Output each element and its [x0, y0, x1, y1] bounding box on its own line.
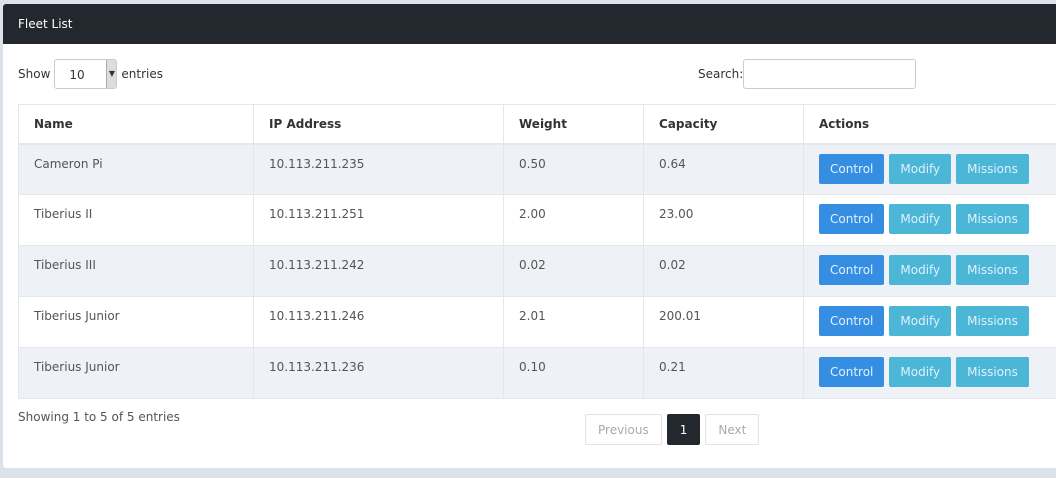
cell-weight: 0.02: [503, 245, 644, 297]
search-control: Search:: [698, 59, 917, 89]
col-ip[interactable]: IP Address: [253, 104, 504, 145]
table-row: Tiberius Junior 10.113.211.236 0.10 0.21 Con…: [18, 347, 1056, 399]
control-button[interactable]: Control: [819, 255, 885, 285]
entries-select[interactable]: 10 ▼: [54, 59, 118, 89]
table-row: Tiberius Junior 10.113.211.246 2.01 200.01 C…: [18, 296, 1056, 348]
cell-weight: 2.01: [503, 296, 644, 348]
modify-button[interactable]: Modify: [889, 204, 952, 234]
cell-name: Cameron Pi: [18, 143, 254, 195]
col-capacity[interactable]: Capacity: [643, 104, 804, 145]
modify-button[interactable]: Modify: [889, 255, 952, 285]
table-row: Tiberius II 10.113.211.251 2.00 23.00 Contro…: [18, 194, 1056, 246]
table-row: Tiberius III 10.113.211.242 0.02 0.02 Contro…: [18, 245, 1056, 297]
fleet-list-card: Fleet List Show 10 ▼ entries Search: Name…: [3, 4, 1056, 468]
missions-button[interactable]: Missions: [956, 306, 1029, 336]
cell-capacity: 0.64: [643, 143, 804, 195]
missions-button[interactable]: Missions: [956, 255, 1029, 285]
cell-actions: Control Modify Missions: [803, 245, 1056, 297]
cell-capacity: 200.01: [643, 296, 804, 348]
fleet-table: Name IP Address Weight Capacity Actions …: [18, 104, 1056, 399]
control-button[interactable]: Control: [819, 153, 885, 184]
entries-label: entries: [121, 67, 163, 81]
length-control: Show 10 ▼ entries: [18, 59, 163, 89]
search-label: Search:: [698, 67, 744, 81]
col-name[interactable]: Name: [18, 104, 254, 145]
cell-actions: Control Modify Missions: [803, 296, 1056, 348]
cell-weight: 0.10: [503, 347, 644, 399]
cell-actions: Control Modify Missions: [803, 194, 1056, 246]
control-button[interactable]: Control: [819, 306, 885, 336]
cell-ip: 10.113.211.235: [253, 143, 504, 195]
col-actions: Actions: [803, 104, 1056, 145]
missions-button[interactable]: Missions: [956, 204, 1029, 234]
cell-actions: Control Modify Missions: [803, 347, 1056, 399]
cell-weight: 0.50: [503, 143, 644, 195]
cell-name: Tiberius Junior: [18, 347, 254, 399]
next-button[interactable]: Next: [705, 414, 760, 445]
card-title: Fleet List: [3, 4, 1056, 44]
cell-name: Tiberius II: [18, 194, 254, 246]
cell-capacity: 0.02: [643, 245, 804, 297]
search-input[interactable]: [743, 59, 917, 89]
missions-button[interactable]: Missions: [956, 153, 1029, 184]
page-1-button[interactable]: 1: [666, 414, 701, 445]
col-weight[interactable]: Weight: [503, 104, 644, 145]
entries-value: 10: [69, 68, 85, 82]
cell-ip: 10.113.211.242: [253, 245, 504, 297]
cell-capacity: 23.00: [643, 194, 804, 246]
cell-capacity: 0.21: [643, 347, 804, 399]
cell-actions: Control Modify Missions: [803, 143, 1056, 195]
modify-button[interactable]: Modify: [889, 357, 952, 387]
control-button[interactable]: Control: [819, 357, 885, 387]
chevron-down-icon: ▼: [106, 60, 117, 88]
table-info: Showing 1 to 5 of 5 entries: [18, 410, 180, 424]
cell-ip: 10.113.211.246: [253, 296, 504, 348]
cell-weight: 2.00: [503, 194, 644, 246]
cell-name: Tiberius Junior: [18, 296, 254, 348]
previous-button[interactable]: Previous: [585, 414, 662, 445]
show-label: Show: [18, 67, 51, 81]
control-button[interactable]: Control: [819, 204, 885, 234]
modify-button[interactable]: Modify: [889, 153, 952, 184]
modify-button[interactable]: Modify: [889, 306, 952, 336]
cell-name: Tiberius III: [18, 245, 254, 297]
pagination: Previous 1 Next: [585, 414, 760, 445]
missions-button[interactable]: Missions: [956, 357, 1029, 387]
cell-ip: 10.113.211.236: [253, 347, 504, 399]
table-row: Cameron Pi 10.113.211.235 0.50 0.64 Control M…: [18, 143, 1056, 195]
cell-ip: 10.113.211.251: [253, 194, 504, 246]
